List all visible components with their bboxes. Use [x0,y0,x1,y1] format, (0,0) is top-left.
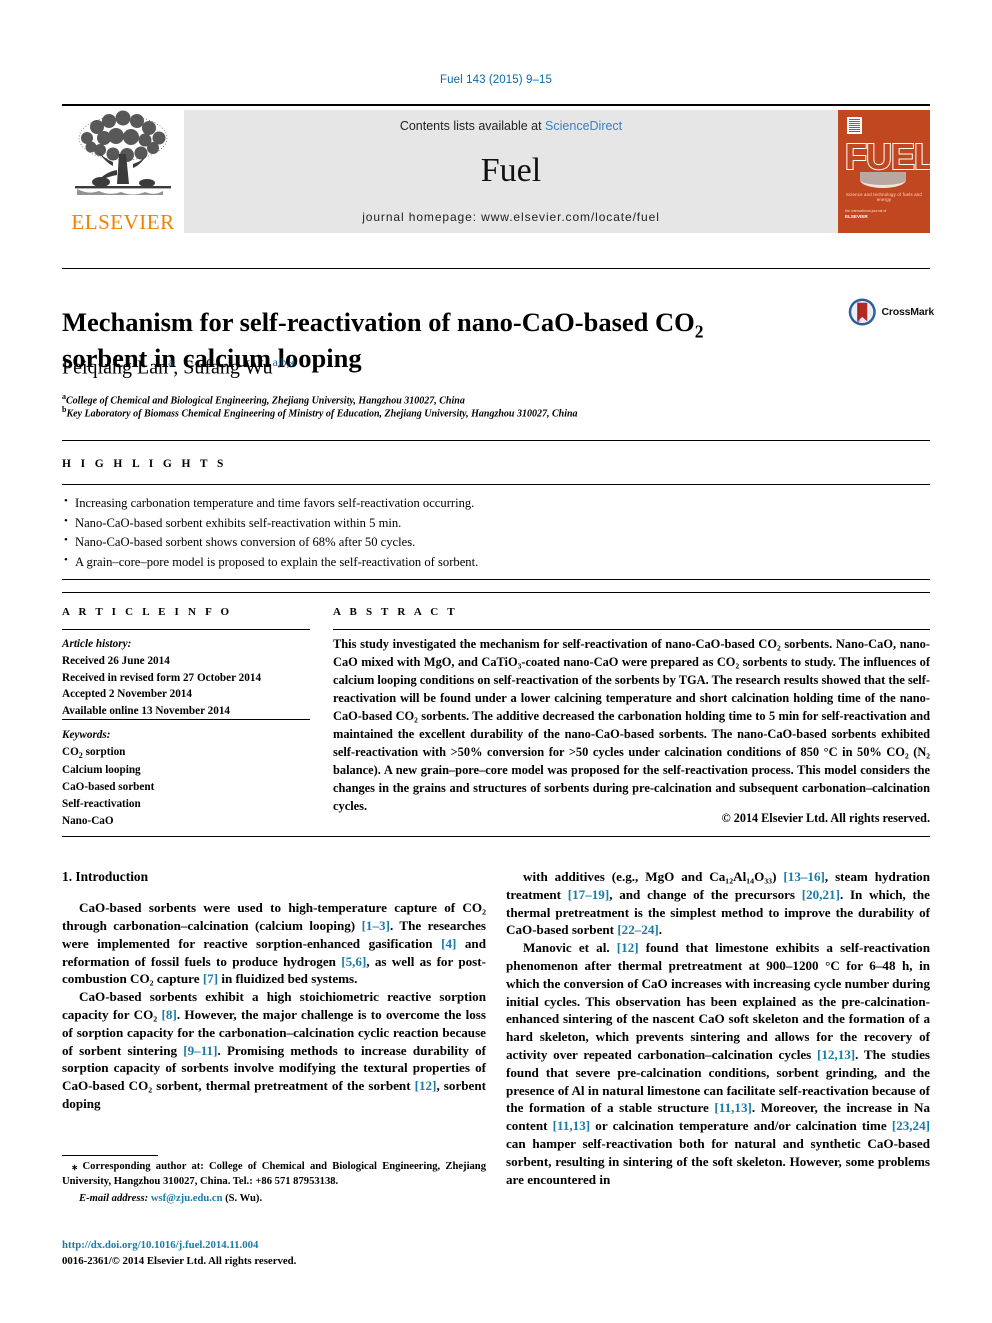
elsevier-logo: ELSEVIER [62,106,184,234]
highlights-heading: H I G H L I G H T S [62,458,227,470]
keyword-item: CaO-based sorbent [62,780,155,793]
journal-cover-thumbnail: FUEL Science and technology of fuels and… [838,110,930,233]
article-page: Fuel 143 (2015) 9–15 ELSEVIER Contents l… [0,0,992,1323]
citation-link[interactable]: [7] [203,971,218,986]
highlight-item: Nano-CaO-based sorbent shows conversion … [62,532,930,553]
elsevier-tree-icon [75,110,171,195]
footnote-divider [62,1155,158,1156]
title-divider [62,268,930,269]
citation-link[interactable]: [11,13] [553,1118,590,1133]
footnote-block: ⁎ Corresponding author at: College of Ch… [62,1160,486,1206]
history-item: Accepted 2 November 2014 [62,688,192,701]
journal-masthead: ELSEVIER Contents lists available at Sci… [62,104,930,234]
email-label: E-mail address: [79,1192,149,1204]
citation-link[interactable]: [5,6] [341,954,366,969]
citation-link[interactable]: [20,21] [802,887,840,902]
contents-prefix: Contents lists available at [399,119,546,133]
author-name-2[interactable]: Sufang Wu [183,357,272,379]
citation-link[interactable]: [1–3] [362,918,390,933]
info-divider-top [62,592,930,593]
highlights-divider-mid [62,484,930,485]
abstract-copyright: © 2014 Elsevier Ltd. All rights reserved… [721,811,930,825]
citation-link[interactable]: [4] [441,936,456,951]
abstract-text: This study investigated the mechanism fo… [333,637,930,813]
doi-link[interactable]: http://dx.doi.org/10.1016/j.fuel.2014.11… [62,1238,486,1254]
citation-link[interactable]: [22–24] [617,922,658,937]
history-item: Received in revised form 27 October 2014 [62,671,262,684]
citation-link[interactable]: [12] [617,940,639,955]
highlight-item: A grain–core–pore model is proposed to e… [62,552,930,573]
section-heading-introduction: 1. Introduction [62,869,149,884]
keywords-block: Keywords: CO2 sorption Calcium looping C… [62,727,312,829]
info-divider-left [62,629,310,630]
citation-link[interactable]: [9–11] [183,1043,217,1058]
article-history-label: Article history: [62,638,132,650]
keyword-text-post: sorption [82,745,126,758]
cover-subtitle: Science and technology of fuels and ener… [845,192,923,202]
citation-link[interactable]: [12] [415,1078,437,1093]
keyword-item: CO2 sorption [62,744,312,762]
journal-homepage-link[interactable]: journal homepage: www.elsevier.com/locat… [362,210,660,224]
article-info-heading: A R T I C L E I N F O [62,606,233,618]
journal-banner: Contents lists available at ScienceDirec… [184,110,838,233]
doi-block: http://dx.doi.org/10.1016/j.fuel.2014.11… [62,1238,486,1269]
body-column-left: 1. Introduction CaO-based sorbents were … [62,868,486,1113]
keyword-item: Nano-CaO [62,814,114,827]
abstract-heading: A B S T R A C T [333,606,458,618]
citation-link[interactable]: [13–16] [783,869,824,884]
citation-link[interactable]: [23,24] [892,1118,930,1133]
cover-footer-small: the international journal of [845,208,887,213]
body-column-right: with additives (e.g., MgO and Ca₁₂Al₁₄O₃… [506,868,930,1188]
author-separator: , [173,356,184,379]
body-paragraph: CaO-based sorbents were used to high-tem… [62,900,486,987]
cover-publisher-mark-icon [847,117,862,134]
citation-link[interactable]: [11,13] [714,1100,751,1115]
crossmark-label: CrossMark [881,306,935,318]
history-item: Available online 13 November 2014 [62,705,231,718]
cover-footer-brand: ELSEVIER [845,214,868,220]
issn-copyright: 0016-2361/© 2014 Elsevier Ltd. All right… [62,1254,297,1267]
abstract-divider [333,629,930,630]
corresponding-author-note: ⁎ Corresponding author at: College of Ch… [62,1161,486,1187]
title-subscript: 2 [694,321,704,342]
highlight-item: Increasing carbonation temperature and t… [62,493,930,514]
affiliation-b: bKey Laboratory of Biomass Chemical Engi… [62,404,862,422]
highlights-divider-bottom [62,579,930,580]
journal-title: Fuel [480,151,542,189]
email-note: E-mail address: wsf@zju.edu.cn (S. Wu). [62,1192,486,1207]
cover-title: FUEL [844,136,930,177]
email-suffix: (S. Wu). [222,1192,263,1204]
body-paragraph: Manovic et al. [12] found that limestone… [506,940,931,1187]
body-paragraph: with additives (e.g., MgO and Ca₁₂Al₁₄O₃… [506,869,931,938]
citation-link[interactable]: [12,13] [817,1047,855,1062]
author-name-1[interactable]: Peiqiang Lan [62,357,168,379]
highlights-divider-top [62,440,930,441]
citation-link[interactable]: [17–19] [568,887,609,902]
article-history: Article history: Received 26 June 2014 R… [62,636,312,720]
cover-arc-graphic [860,172,906,188]
crossmark-icon [848,298,876,326]
contents-available-line: Contents lists available at ScienceDirec… [400,119,622,133]
title-part-1: Mechanism for self-reactivation of nano-… [62,306,695,337]
running-head: Fuel 143 (2015) 9–15 [440,74,552,86]
keywords-divider [62,719,310,720]
email-link[interactable]: wsf@zju.edu.cn [151,1193,223,1204]
elsevier-wordmark: ELSEVIER [71,210,175,234]
abstract-divider-bottom [62,836,930,837]
keywords-label: Keywords: [62,729,111,741]
highlights-list: Increasing carbonation temperature and t… [62,493,930,573]
highlight-item: Nano-CaO-based sorbent exhibits self-rea… [62,513,930,534]
citation-link[interactable]: [8] [162,1007,177,1022]
history-item: Received 26 June 2014 [62,654,170,667]
keyword-item: Self-reactivation [62,797,141,810]
author-marks-2: a,b,⁎ [272,356,296,369]
keyword-text: CO [62,745,79,758]
cover-footer: the international journal of ELSEVIER [845,209,886,221]
crossmark-badge[interactable]: CrossMark [848,290,934,334]
affiliation-text-b: Key Laboratory of Biomass Chemical Engin… [66,408,578,420]
body-paragraph: CaO-based sorbents exhibit a high stoich… [62,989,486,1111]
author-list: Peiqiang Lana, Sufang Wua,b,⁎ [62,355,862,380]
sciencedirect-link[interactable]: ScienceDirect [545,119,622,133]
keyword-item: Calcium looping [62,764,141,777]
